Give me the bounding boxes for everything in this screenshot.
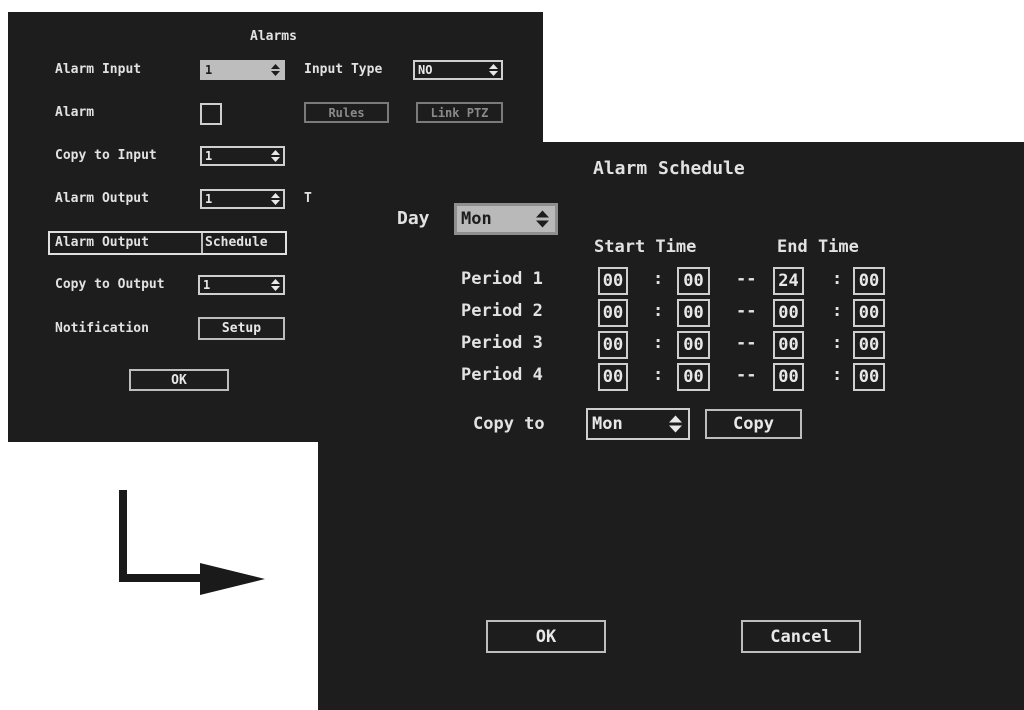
schedule-title: Alarm Schedule bbox=[593, 158, 745, 179]
spinner-icon bbox=[536, 210, 549, 228]
copy-to-select[interactable]: Mon bbox=[586, 408, 690, 440]
period-label: Period 4 bbox=[461, 365, 543, 385]
spinner-icon bbox=[271, 64, 280, 76]
spinner-icon bbox=[489, 64, 498, 76]
alarms-ok-button[interactable]: OK bbox=[129, 369, 229, 391]
copy-button[interactable]: Copy bbox=[705, 409, 802, 439]
copy-to-select-value: Mon bbox=[592, 414, 623, 434]
range-dash: -- bbox=[736, 365, 757, 385]
end-minute-field[interactable]: 00 bbox=[853, 267, 885, 295]
start-minute-field[interactable]: 00 bbox=[677, 267, 710, 295]
copy-to-input-label: Copy to Input bbox=[55, 148, 157, 163]
end-hour-field[interactable]: 00 bbox=[773, 363, 804, 391]
end-time-header: End Time bbox=[777, 237, 859, 257]
start-minute-field[interactable]: 00 bbox=[677, 299, 710, 327]
alarm-output-value: 1 bbox=[205, 192, 213, 206]
link-ptz-button[interactable]: Link PTZ bbox=[416, 102, 503, 123]
alarm-schedule-panel: Alarm Schedule Day Mon Start Time End Ti… bbox=[318, 142, 1024, 710]
alarm-output-select[interactable]: 1 bbox=[200, 189, 285, 209]
schedule-row-divider bbox=[201, 233, 203, 253]
start-time-header: Start Time bbox=[594, 237, 697, 257]
copy-to-output-label: Copy to Output bbox=[55, 277, 165, 292]
day-select[interactable]: Mon bbox=[454, 203, 558, 235]
copy-to-output-select[interactable]: 1 bbox=[198, 275, 285, 295]
time-colon: : bbox=[653, 301, 664, 321]
start-hour-field[interactable]: 00 bbox=[598, 363, 628, 391]
spinner-icon bbox=[669, 415, 682, 433]
rules-button[interactable]: Rules bbox=[304, 102, 389, 123]
end-hour-field[interactable]: 00 bbox=[773, 299, 804, 327]
time-colon: : bbox=[832, 301, 843, 321]
time-colon: : bbox=[653, 333, 664, 353]
time-colon: : bbox=[653, 269, 664, 289]
end-minute-field[interactable]: 00 bbox=[853, 363, 885, 391]
end-hour-field[interactable]: 24 bbox=[773, 267, 804, 295]
notification-label: Notification bbox=[55, 321, 149, 336]
setup-button[interactable]: Setup bbox=[198, 317, 285, 340]
start-minute-field[interactable]: 00 bbox=[677, 363, 710, 391]
time-colon: : bbox=[653, 365, 664, 385]
input-type-value: NO bbox=[418, 63, 433, 77]
alarm-input-select[interactable]: 1 bbox=[200, 60, 285, 80]
alarms-title: Alarms bbox=[250, 29, 297, 44]
alarm-output-label: Alarm Output bbox=[55, 191, 149, 206]
start-minute-field[interactable]: 00 bbox=[677, 331, 710, 359]
alarm-input-label: Alarm Input bbox=[55, 62, 142, 77]
start-hour-field[interactable]: 00 bbox=[598, 267, 628, 295]
alarm-label: Alarm bbox=[55, 105, 95, 120]
end-minute-field[interactable]: 00 bbox=[853, 331, 885, 359]
time-colon: : bbox=[832, 269, 843, 289]
day-label: Day bbox=[397, 208, 430, 229]
period-label: Period 1 bbox=[461, 269, 543, 289]
copy-to-input-value: 1 bbox=[205, 149, 213, 163]
copy-to-label: Copy to bbox=[473, 414, 545, 434]
schedule-ok-button[interactable]: OK bbox=[486, 620, 606, 653]
schedule-row-label: Alarm Output bbox=[55, 235, 149, 250]
day-select-value: Mon bbox=[461, 209, 492, 229]
time-colon: : bbox=[832, 365, 843, 385]
copy-to-input-select[interactable]: 1 bbox=[200, 146, 285, 166]
copy-to-output-value: 1 bbox=[203, 278, 211, 292]
alarm-output-side-label: T bbox=[304, 191, 312, 206]
start-hour-field[interactable]: 00 bbox=[598, 331, 628, 359]
time-colon: : bbox=[832, 333, 843, 353]
range-dash: -- bbox=[736, 333, 757, 353]
period-label: Period 2 bbox=[461, 301, 543, 321]
elbow-arrow-icon bbox=[119, 490, 265, 595]
spinner-icon bbox=[271, 193, 280, 205]
alarm-input-value: 1 bbox=[205, 63, 213, 77]
schedule-row[interactable]: Alarm Output Schedule bbox=[48, 231, 287, 255]
end-hour-field[interactable]: 00 bbox=[773, 331, 804, 359]
alarm-checkbox[interactable] bbox=[200, 103, 222, 125]
range-dash: -- bbox=[736, 269, 757, 289]
spinner-icon bbox=[271, 150, 280, 162]
range-dash: -- bbox=[736, 301, 757, 321]
end-minute-field[interactable]: 00 bbox=[853, 299, 885, 327]
start-hour-field[interactable]: 00 bbox=[598, 299, 628, 327]
schedule-button[interactable]: Schedule bbox=[205, 235, 268, 250]
input-type-select[interactable]: NO bbox=[413, 60, 503, 80]
input-type-label: Input Type bbox=[304, 62, 383, 77]
period-label: Period 3 bbox=[461, 333, 543, 353]
spinner-icon bbox=[271, 279, 280, 291]
schedule-cancel-button[interactable]: Cancel bbox=[741, 620, 861, 653]
